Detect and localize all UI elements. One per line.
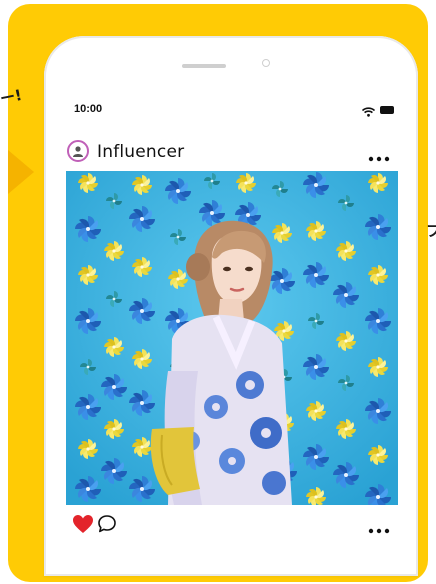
avatar-icon[interactable] [67,140,89,162]
heart-icon[interactable] [72,514,94,539]
phone-speaker [182,64,226,68]
cropped-caption-right: フ [426,222,436,240]
battery-icon [380,106,394,114]
phone-camera [262,59,270,67]
speech-pointer [8,150,34,194]
comment-icon[interactable] [97,514,117,539]
post-photo-illustration [66,171,398,505]
status-time: 10:00 [74,103,103,115]
more-icon[interactable] [368,149,390,167]
more-icon[interactable] [368,521,390,539]
wifi-icon [361,104,376,122]
post-username[interactable]: Influencer [97,142,184,162]
post-photo[interactable] [66,171,398,505]
